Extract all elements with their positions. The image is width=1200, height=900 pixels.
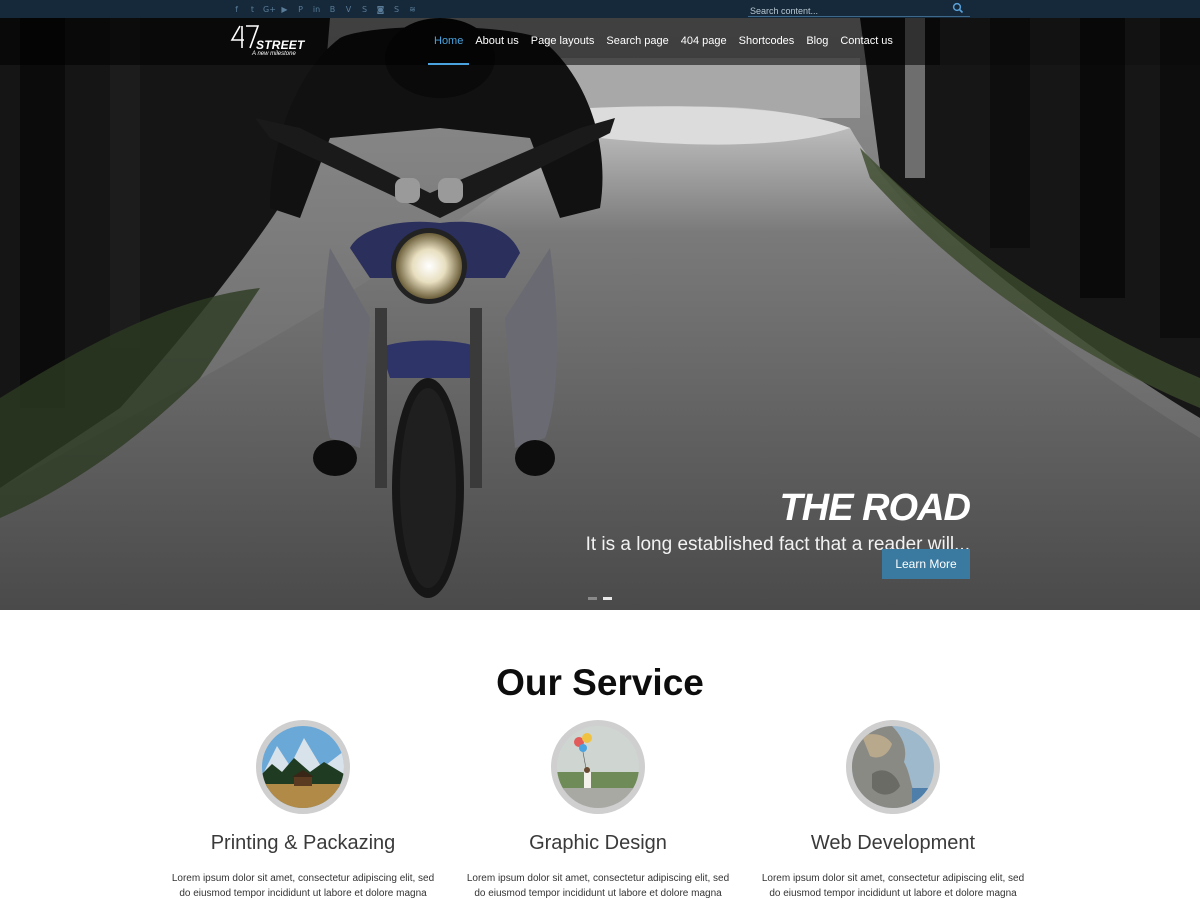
rock-cliff-image	[852, 726, 934, 808]
nav-item-contact-us[interactable]: Contact us	[834, 18, 899, 65]
slider-dots	[588, 597, 612, 600]
mountain-cabin-image	[262, 726, 344, 808]
hero-caption: THE ROAD It is a long established fact t…	[586, 487, 971, 557]
nav-item-home[interactable]: Home	[428, 18, 470, 65]
service-text: Lorem ipsum dolor sit amet, consectetur …	[466, 873, 730, 899]
nav-item-search-page[interactable]: Search page	[600, 18, 674, 65]
nav-menu: Home About us Page layouts Search page 4…	[428, 18, 899, 65]
service-title: Web Development	[810, 832, 976, 854]
service-card-web-development: Web Development Lorem ipsum dolor sit am…	[753, 720, 1033, 900]
service-card-printing: Printing & Packazing Lorem ipsum dolor s…	[163, 720, 443, 900]
facebook-icon[interactable]: f	[231, 4, 242, 15]
behance-icon[interactable]: B	[327, 4, 338, 15]
service-text: Lorem ipsum dolor sit amet, consectetur …	[761, 873, 1025, 899]
search-input[interactable]	[748, 3, 948, 19]
nav-item-page-layouts[interactable]: Page layouts	[525, 18, 601, 65]
balloon-girl-image	[557, 726, 639, 808]
rss-icon[interactable]: ≋	[407, 4, 418, 15]
service-thumbnail	[846, 720, 940, 814]
social-links: f t G+ ▶ P in B V S ◙ S ≋	[231, 3, 418, 15]
skype-icon[interactable]: S	[391, 4, 402, 15]
learn-more-button[interactable]: Learn More	[882, 549, 970, 579]
slider-dot-2[interactable]	[603, 597, 612, 600]
nav-background-right	[940, 18, 1200, 65]
nav-item-about-us[interactable]: About us	[469, 18, 524, 65]
google-plus-icon[interactable]: G+	[263, 4, 276, 15]
service-thumbnail	[551, 720, 645, 814]
nav-item-shortcodes[interactable]: Shortcodes	[733, 18, 801, 65]
top-bar: f t G+ ▶ P in B V S ◙ S ≋	[0, 0, 1200, 19]
stumbleupon-icon[interactable]: S	[359, 4, 370, 15]
hero-title: THE ROAD	[779, 487, 971, 529]
pinterest-icon[interactable]: P	[295, 4, 306, 15]
services-title: Our Service	[496, 662, 704, 703]
search-icon[interactable]	[952, 2, 964, 14]
instagram-icon[interactable]: ◙	[375, 4, 386, 15]
twitter-icon[interactable]: t	[247, 4, 258, 15]
logo-tagline: A new milestone	[252, 51, 296, 57]
linkedin-icon[interactable]: in	[311, 4, 322, 15]
search-box	[748, 1, 970, 19]
main-navbar: STREET A new milestone Home About us Pag…	[0, 18, 1200, 65]
hero-slider: THE ROAD It is a long established fact t…	[0, 18, 1200, 610]
nav-item-blog[interactable]: Blog	[800, 18, 834, 65]
logo-brand: STREET	[256, 38, 305, 52]
youtube-icon[interactable]: ▶	[279, 4, 290, 15]
site-logo[interactable]: STREET A new milestone	[230, 24, 310, 58]
service-title: Graphic Design	[529, 832, 667, 854]
service-title: Printing & Packazing	[210, 832, 396, 854]
service-text: Lorem ipsum dolor sit amet, consectetur …	[171, 873, 435, 899]
service-card-graphic-design: Graphic Design Lorem ipsum dolor sit ame…	[458, 720, 738, 900]
nav-item-404-page[interactable]: 404 page	[675, 18, 733, 65]
slider-dot-1[interactable]	[588, 597, 597, 600]
service-thumbnail	[256, 720, 350, 814]
vimeo-icon[interactable]: V	[343, 4, 354, 15]
